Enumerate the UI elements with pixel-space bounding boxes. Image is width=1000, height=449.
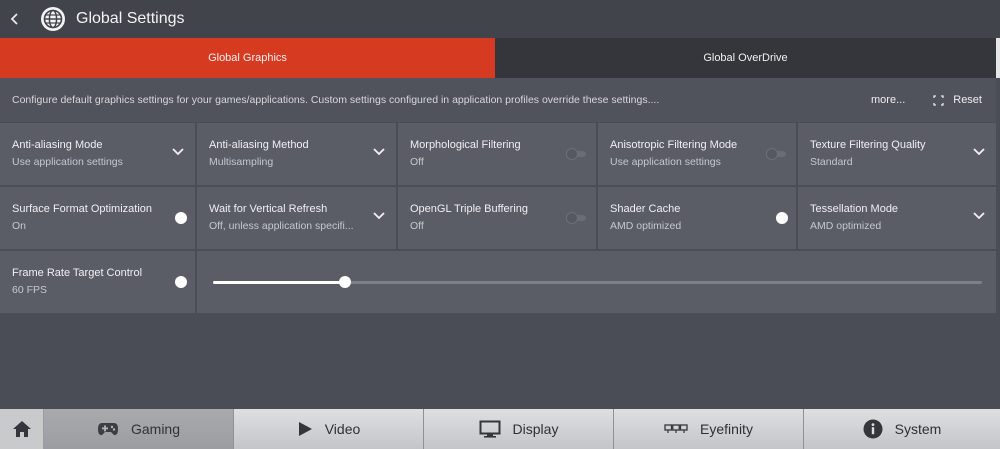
nav-label: System bbox=[894, 421, 942, 437]
eyefinity-icon bbox=[664, 423, 688, 435]
chevron-down-icon bbox=[973, 148, 985, 156]
setting-label: Morphological Filtering bbox=[410, 139, 521, 151]
settings-row: Frame Rate Target Control 60 FPS bbox=[0, 251, 996, 313]
setting-wait-for-vertical-refresh[interactable]: Wait for Vertical Refresh Off, unless ap… bbox=[197, 187, 396, 249]
setting-shader-cache: Shader Cache AMD optimized bbox=[598, 187, 796, 249]
setting-label: Surface Format Optimization bbox=[12, 203, 152, 215]
chevron-left-icon bbox=[10, 13, 18, 25]
reset-label: Reset bbox=[953, 94, 982, 106]
nav-system[interactable]: System bbox=[804, 409, 1000, 449]
surface-format-toggle[interactable] bbox=[165, 211, 187, 225]
setting-antialiasing-method[interactable]: Anti-aliasing Method Multisampling bbox=[197, 123, 396, 185]
setting-value: Standard bbox=[810, 156, 853, 168]
morphological-filtering-toggle[interactable] bbox=[566, 147, 588, 161]
chevron-down-icon bbox=[373, 212, 385, 220]
setting-texture-filtering-quality[interactable]: Texture Filtering Quality Standard bbox=[798, 123, 996, 185]
nav-label: Gaming bbox=[130, 421, 181, 437]
setting-value: On bbox=[12, 220, 27, 232]
tab-global-graphics[interactable]: Global Graphics bbox=[0, 38, 495, 78]
app-window: Global Settings Global Graphics Global O… bbox=[0, 0, 1000, 449]
setting-surface-format-optimization: Surface Format Optimization On bbox=[0, 187, 195, 249]
nav-video[interactable]: Video bbox=[234, 409, 424, 449]
setting-value: Use application settings bbox=[610, 156, 721, 168]
setting-morphological-filtering: Morphological Filtering Off bbox=[398, 123, 596, 185]
setting-value: 60 FPS bbox=[12, 284, 48, 296]
header-bar: Global Settings bbox=[0, 0, 1000, 38]
info-icon bbox=[863, 419, 883, 439]
setting-value: AMD optimized bbox=[610, 220, 682, 232]
play-icon bbox=[297, 421, 313, 437]
home-icon bbox=[12, 421, 31, 437]
info-bar: Configure default graphics settings for … bbox=[0, 78, 996, 122]
setting-value: Off bbox=[410, 220, 424, 232]
chevron-down-icon bbox=[172, 148, 184, 156]
frtc-toggle[interactable] bbox=[165, 275, 187, 289]
setting-label: Wait for Vertical Refresh bbox=[209, 203, 328, 215]
gamepad-icon bbox=[97, 421, 119, 437]
scrollbar-edge bbox=[996, 38, 1000, 78]
nav-label: Display bbox=[512, 421, 559, 437]
setting-opengl-triple-buffering: OpenGL Triple Buffering Off bbox=[398, 187, 596, 249]
globe-icon bbox=[40, 6, 66, 32]
setting-tessellation-mode[interactable]: Tessellation Mode AMD optimized bbox=[798, 187, 996, 249]
frame-rate-slider[interactable] bbox=[197, 251, 996, 313]
setting-value: AMD optimized bbox=[810, 220, 882, 232]
triple-buffering-toggle[interactable] bbox=[566, 211, 588, 225]
setting-value: Multisampling bbox=[209, 156, 274, 168]
more-link[interactable]: more... bbox=[871, 94, 905, 106]
tab-bar: Global Graphics Global OverDrive bbox=[0, 38, 1000, 78]
reset-button[interactable]: Reset bbox=[933, 94, 982, 106]
setting-anisotropic-filtering-mode: Anisotropic Filtering Mode Use applicati… bbox=[598, 123, 796, 185]
monitor-icon bbox=[479, 420, 501, 438]
settings-row: Anti-aliasing Mode Use application setti… bbox=[0, 123, 996, 185]
nav-display[interactable]: Display bbox=[424, 409, 614, 449]
setting-label: Anisotropic Filtering Mode bbox=[610, 139, 738, 151]
tab-global-overdrive[interactable]: Global OverDrive bbox=[495, 38, 996, 78]
nav-gaming[interactable]: Gaming bbox=[44, 409, 234, 449]
info-description: Configure default graphics settings for … bbox=[12, 94, 660, 106]
setting-label: Anti-aliasing Method bbox=[209, 139, 309, 151]
setting-value: Use application settings bbox=[12, 156, 123, 168]
settings-grid: Anti-aliasing Mode Use application setti… bbox=[0, 123, 996, 315]
nav-label: Eyefinity bbox=[700, 421, 753, 437]
page-title: Global Settings bbox=[76, 10, 185, 27]
setting-label: OpenGL Triple Buffering bbox=[410, 203, 529, 215]
setting-label: Shader Cache bbox=[610, 203, 681, 215]
slider-fill bbox=[213, 281, 346, 284]
reset-icon bbox=[933, 94, 944, 106]
settings-row: Surface Format Optimization On Wait for … bbox=[0, 187, 996, 249]
chevron-down-icon bbox=[373, 148, 385, 156]
bottom-nav: Gaming Video Display Eyefinity System bbox=[0, 409, 1000, 449]
slider-track[interactable] bbox=[213, 276, 982, 288]
setting-antialiasing-mode[interactable]: Anti-aliasing Mode Use application setti… bbox=[0, 123, 195, 185]
shader-cache-toggle[interactable] bbox=[766, 211, 788, 225]
setting-label: Tessellation Mode bbox=[810, 203, 899, 215]
setting-value: Off, unless application specifi... bbox=[209, 220, 354, 232]
home-button[interactable] bbox=[0, 409, 44, 449]
chevron-down-icon bbox=[973, 212, 985, 220]
anisotropic-filtering-toggle[interactable] bbox=[766, 147, 788, 161]
setting-label: Texture Filtering Quality bbox=[810, 139, 926, 151]
nav-label: Video bbox=[324, 421, 361, 437]
slider-thumb[interactable] bbox=[339, 276, 352, 288]
setting-frame-rate-target-control: Frame Rate Target Control 60 FPS bbox=[0, 251, 195, 313]
setting-value: Off bbox=[410, 156, 424, 168]
back-button[interactable] bbox=[2, 4, 28, 34]
setting-label: Frame Rate Target Control bbox=[12, 267, 143, 279]
nav-eyefinity[interactable]: Eyefinity bbox=[614, 409, 804, 449]
setting-label: Anti-aliasing Mode bbox=[12, 139, 103, 151]
